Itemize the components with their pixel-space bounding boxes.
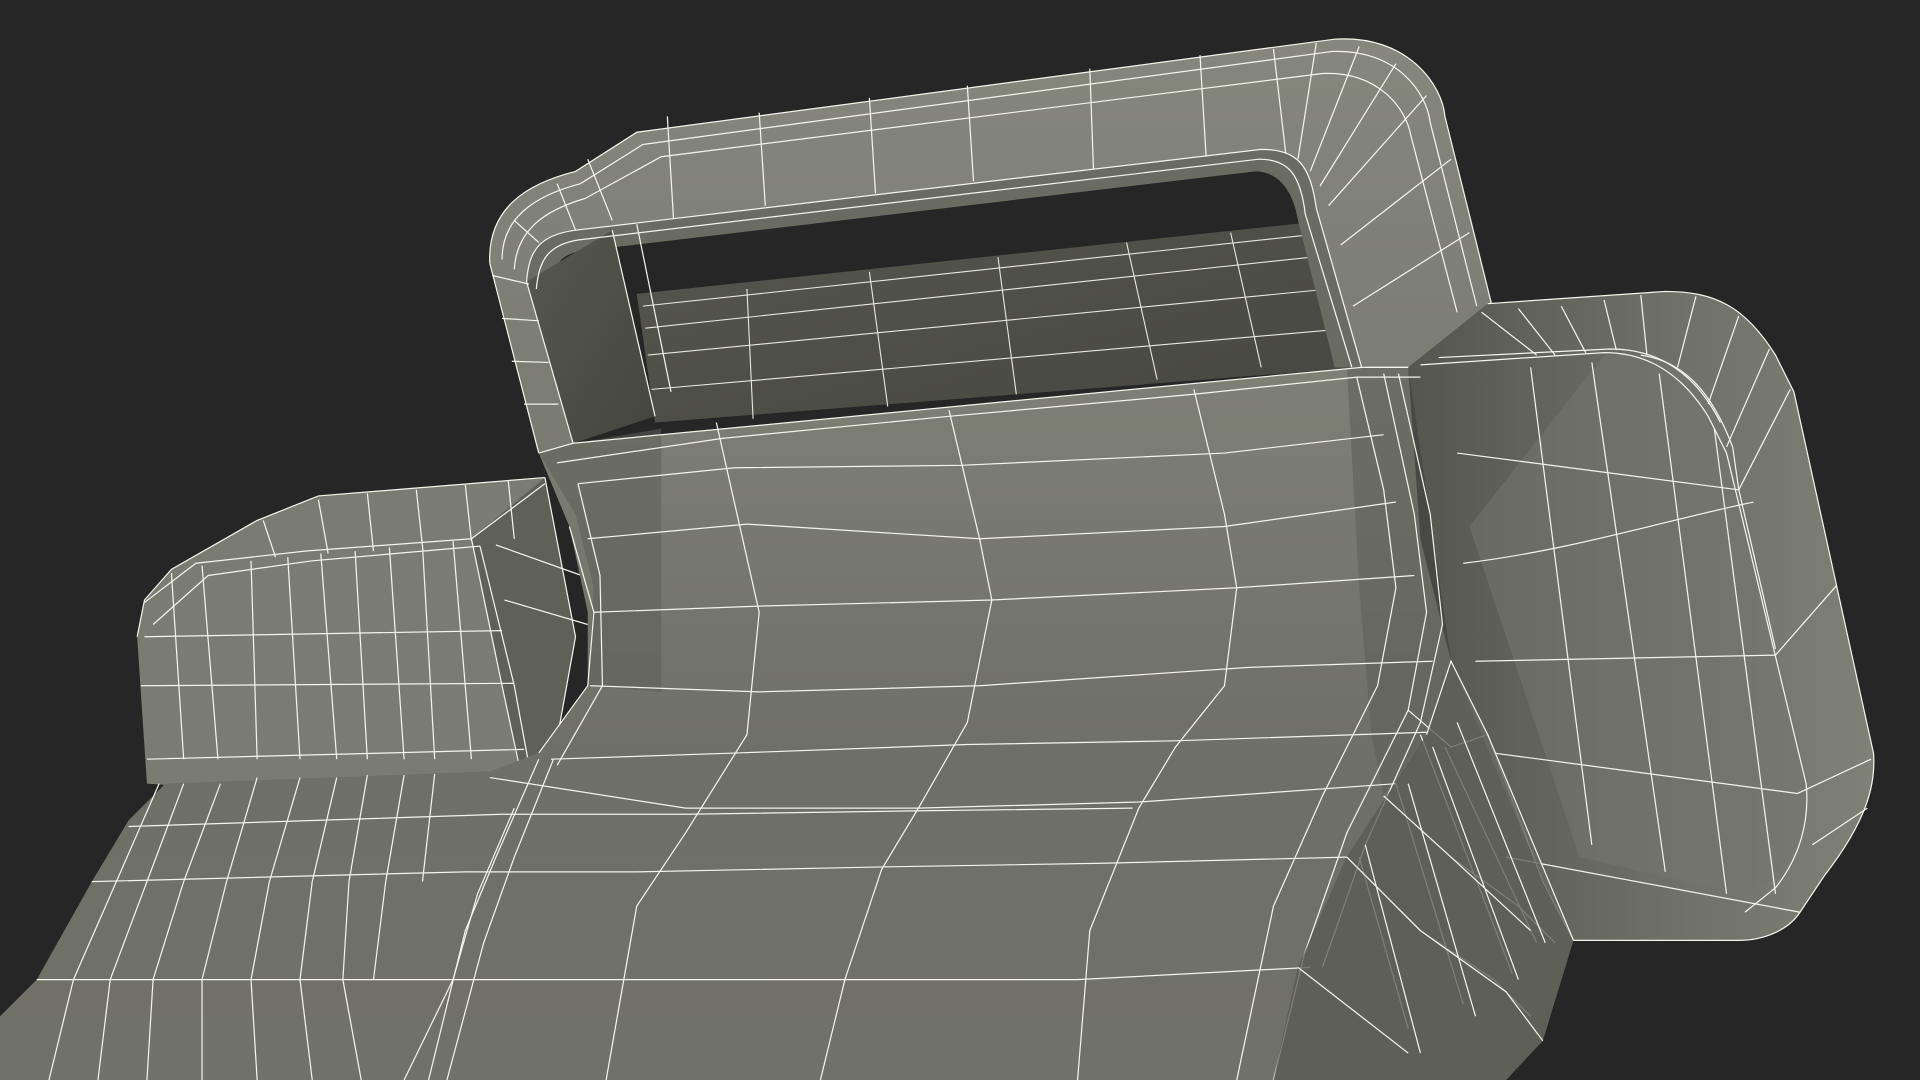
render-viewport — [0, 0, 1920, 1080]
left-block — [136, 476, 588, 809]
wireframe-render — [0, 38, 1875, 1080]
